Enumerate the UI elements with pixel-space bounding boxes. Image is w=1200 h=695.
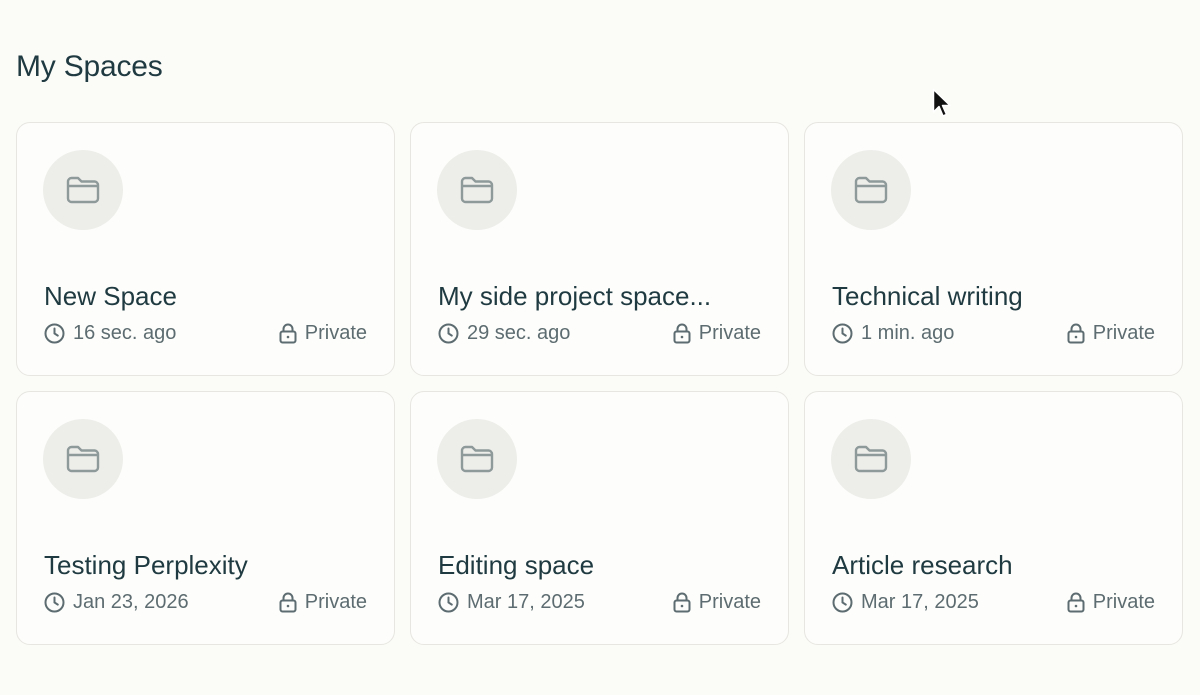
clock-icon xyxy=(438,323,459,344)
space-visibility: Private xyxy=(279,591,367,614)
space-meta: Jan 23, 2026 Private xyxy=(44,591,367,614)
space-updated-text: 16 sec. ago xyxy=(73,322,177,344)
folder-icon xyxy=(66,176,100,204)
space-card[interactable]: Article research Mar 17, 2025 Private xyxy=(804,391,1183,645)
space-meta: Mar 17, 2025 Private xyxy=(438,591,761,614)
space-icon-circle xyxy=(43,419,123,499)
space-title: Technical writing xyxy=(832,281,1023,311)
clock-icon xyxy=(832,323,853,344)
mouse-cursor-icon xyxy=(932,88,951,117)
clock-icon xyxy=(832,592,853,613)
space-meta: 16 sec. ago Private xyxy=(44,322,367,345)
lock-icon xyxy=(673,592,691,613)
space-updated-text: Mar 17, 2025 xyxy=(467,591,585,613)
lock-icon xyxy=(279,323,297,344)
space-meta: Mar 17, 2025 Private xyxy=(832,591,1155,614)
space-updated-text: Jan 23, 2026 xyxy=(73,591,189,613)
space-updated: Mar 17, 2025 xyxy=(832,591,979,614)
space-title: Editing space xyxy=(438,550,595,580)
space-visibility-text: Private xyxy=(1092,322,1155,344)
space-updated-text: 1 min. ago xyxy=(861,322,955,344)
page-title: My Spaces xyxy=(16,50,163,83)
space-icon-circle xyxy=(437,150,517,230)
space-visibility: Private xyxy=(673,322,761,345)
space-visibility-text: Private xyxy=(698,591,761,613)
lock-icon xyxy=(1067,592,1085,613)
clock-icon xyxy=(44,592,65,613)
space-visibility: Private xyxy=(1067,591,1155,614)
space-card[interactable]: My side project space... 29 sec. ago Pri… xyxy=(410,122,789,376)
space-visibility-text: Private xyxy=(1092,591,1155,613)
space-visibility: Private xyxy=(673,591,761,614)
space-visibility: Private xyxy=(1067,322,1155,345)
space-updated: 16 sec. ago xyxy=(44,322,176,345)
space-card[interactable]: New Space 16 sec. ago Private xyxy=(16,122,395,376)
folder-icon xyxy=(66,445,100,473)
space-meta: 29 sec. ago Private xyxy=(438,322,761,345)
folder-icon xyxy=(854,445,888,473)
space-title: Testing Perplexity xyxy=(44,550,248,580)
space-title: My side project space... xyxy=(438,281,712,311)
lock-icon xyxy=(1067,323,1085,344)
space-title: Article research xyxy=(832,550,1013,580)
space-card[interactable]: Testing Perplexity Jan 23, 2026 Private xyxy=(16,391,395,645)
space-icon-circle xyxy=(43,150,123,230)
clock-icon xyxy=(438,592,459,613)
space-card[interactable]: Technical writing 1 min. ago Private xyxy=(804,122,1183,376)
folder-icon xyxy=(854,176,888,204)
folder-icon xyxy=(460,445,494,473)
space-visibility-text: Private xyxy=(304,591,367,613)
lock-icon xyxy=(279,592,297,613)
space-card[interactable]: Editing space Mar 17, 2025 Private xyxy=(410,391,789,645)
lock-icon xyxy=(673,323,691,344)
space-updated: 1 min. ago xyxy=(832,322,954,345)
space-updated-text: Mar 17, 2025 xyxy=(861,591,979,613)
space-icon-circle xyxy=(831,419,911,499)
space-updated: Mar 17, 2025 xyxy=(438,591,585,614)
space-visibility-text: Private xyxy=(304,322,367,344)
space-title: New Space xyxy=(44,281,177,311)
space-visibility: Private xyxy=(279,322,367,345)
space-meta: 1 min. ago Private xyxy=(832,322,1155,345)
space-icon-circle xyxy=(437,419,517,499)
space-updated: 29 sec. ago xyxy=(438,322,570,345)
space-updated-text: 29 sec. ago xyxy=(467,322,571,344)
space-icon-circle xyxy=(831,150,911,230)
space-visibility-text: Private xyxy=(698,322,761,344)
space-updated: Jan 23, 2026 xyxy=(44,591,189,614)
spaces-grid: New Space 16 sec. ago Private My side pr… xyxy=(16,122,1183,645)
folder-icon xyxy=(460,176,494,204)
clock-icon xyxy=(44,323,65,344)
